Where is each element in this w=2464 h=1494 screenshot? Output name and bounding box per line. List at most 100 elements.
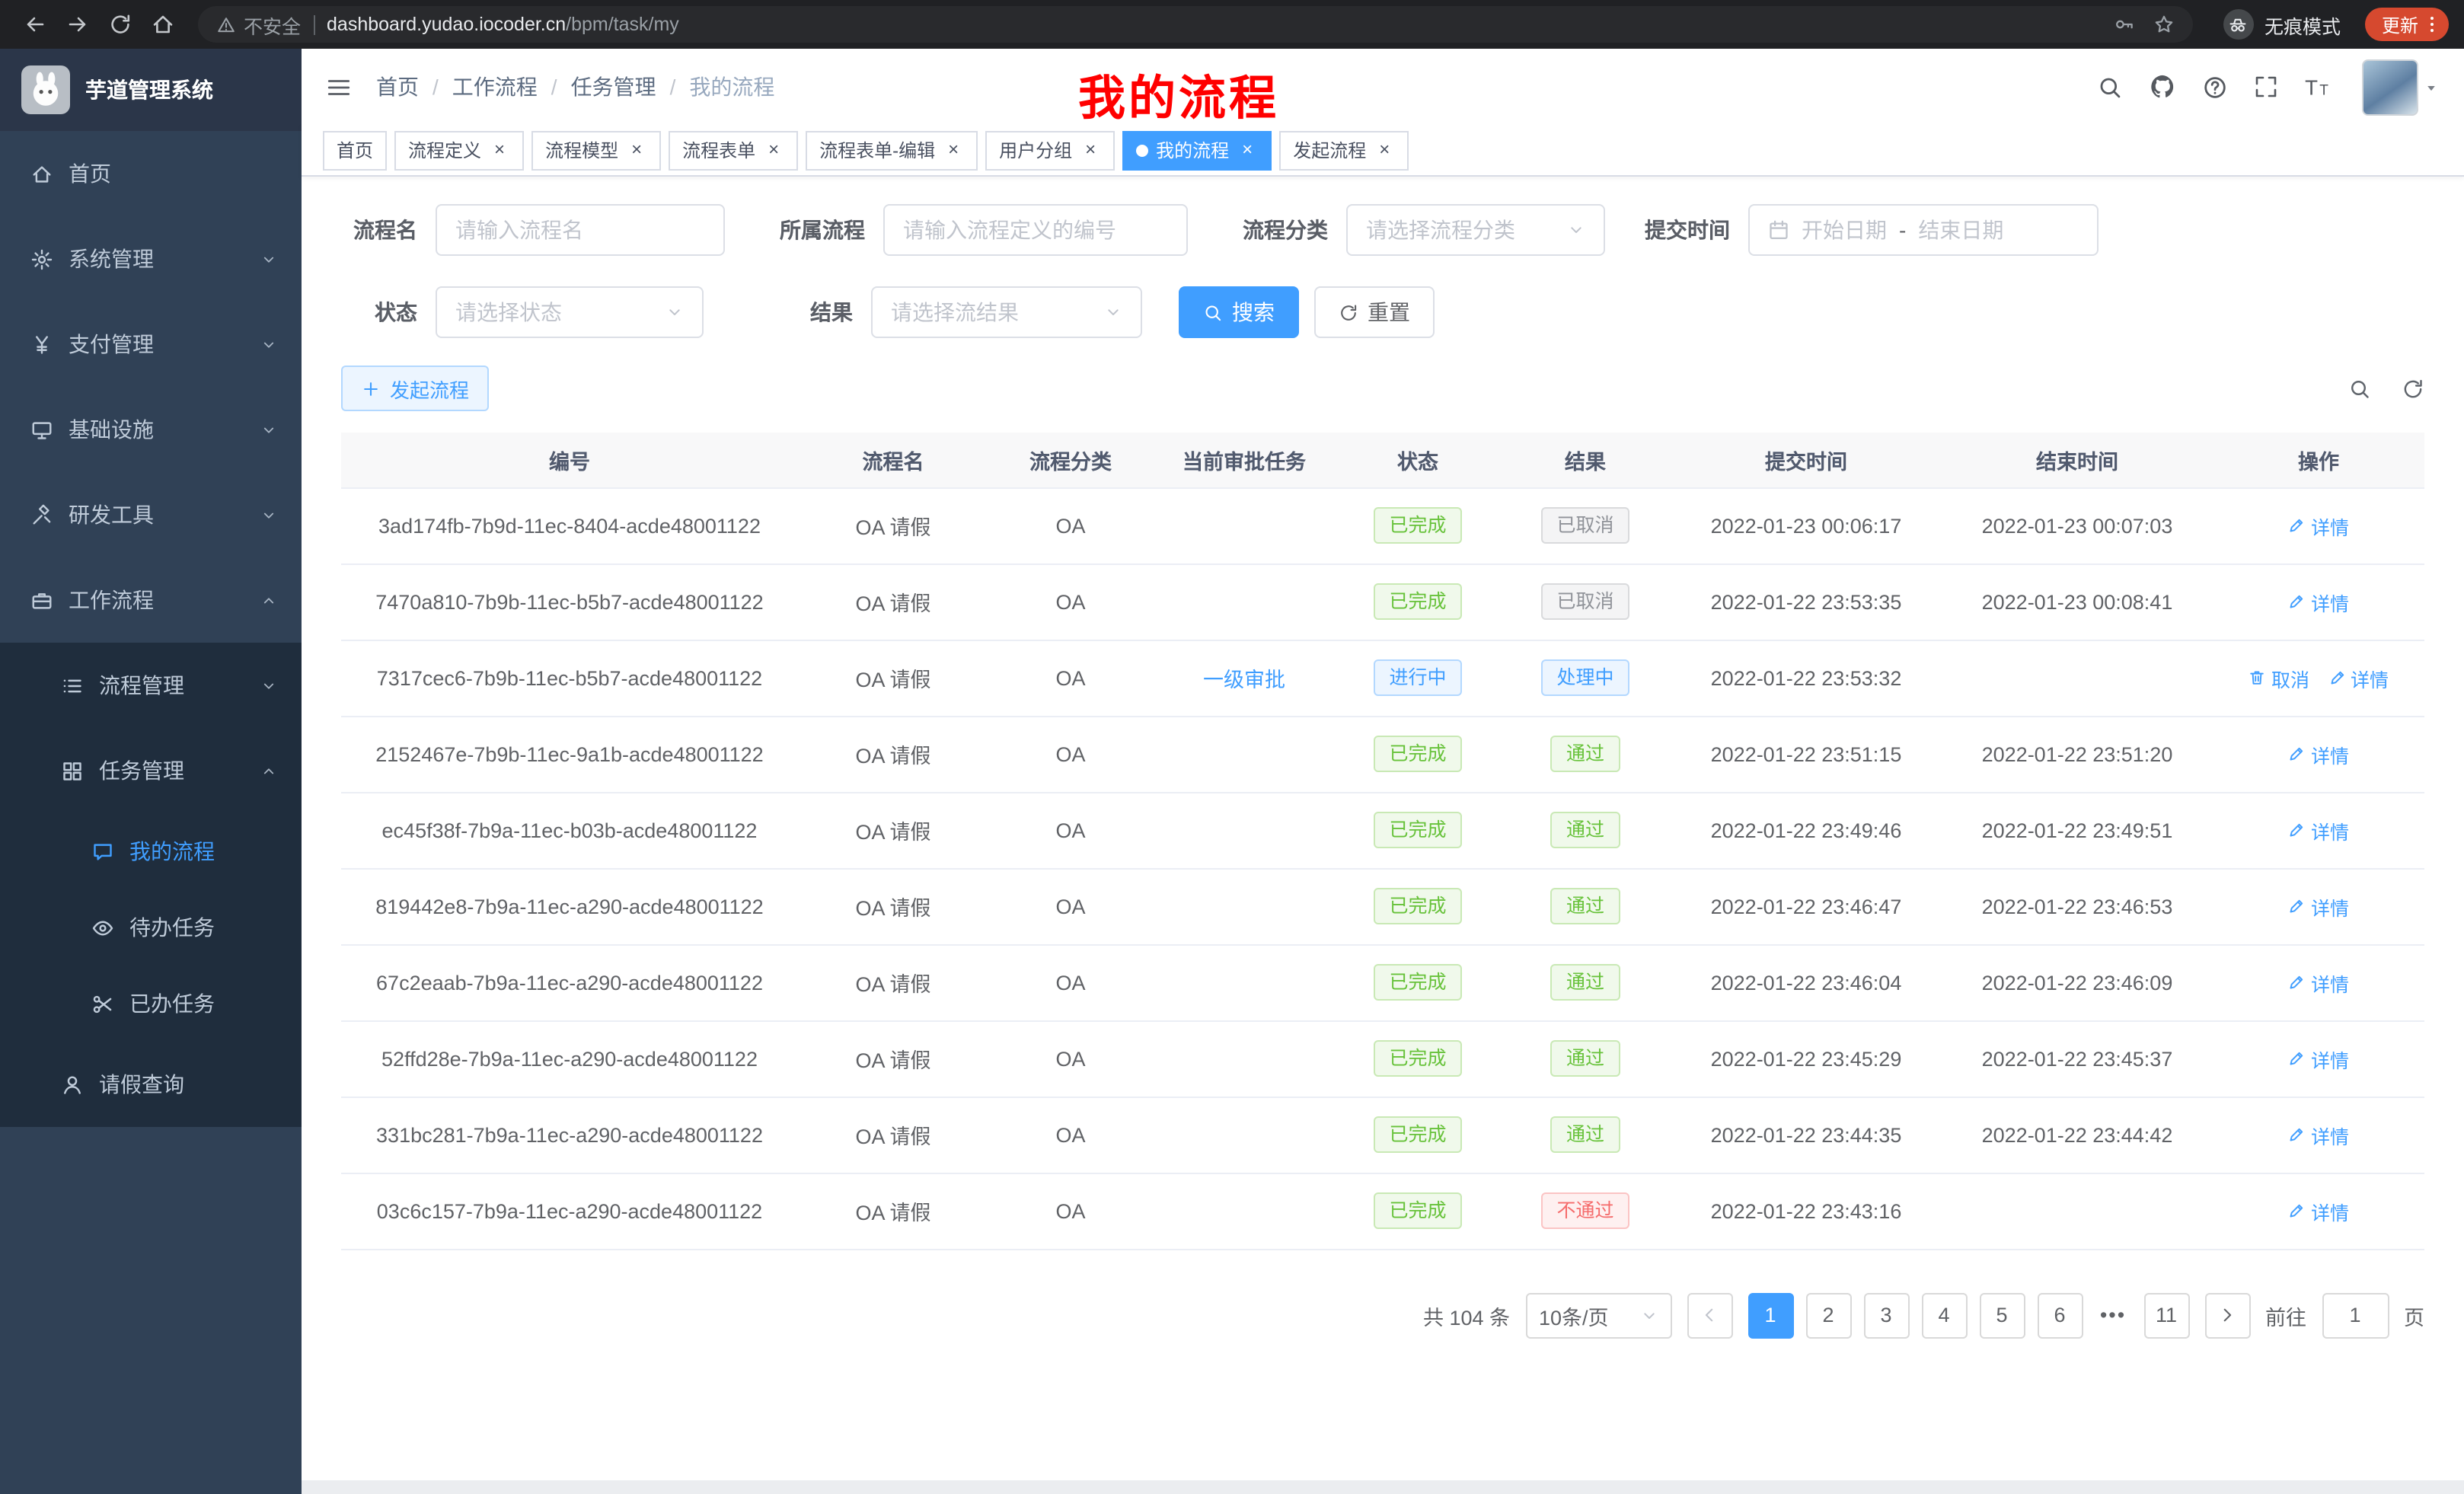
reset-button[interactable]: 重置 — [1314, 286, 1435, 338]
page-button[interactable]: 5 — [1979, 1292, 2025, 1338]
detail-link[interactable]: 详情 — [2288, 1044, 2349, 1073]
close-icon[interactable]: × — [1080, 139, 1101, 161]
detail-link[interactable]: 详情 — [2288, 816, 2349, 844]
sidebar-item-todo-task[interactable]: 待办任务 — [0, 889, 302, 966]
sidebar-item-task-mgmt[interactable]: 任务管理 — [0, 728, 302, 813]
prev-page-button[interactable] — [1687, 1292, 1732, 1338]
breadcrumb-item[interactable]: 我的流程 — [689, 72, 774, 102]
browser-menu-dots-icon[interactable] — [2421, 14, 2443, 35]
browser-home-button[interactable] — [143, 5, 183, 44]
detail-link[interactable]: 详情 — [2288, 511, 2349, 540]
toggle-search-button[interactable] — [2348, 377, 2371, 400]
sidebar-item-leave-query[interactable]: 请假查询 — [0, 1042, 302, 1127]
cell-status: 已完成 — [1336, 1173, 1500, 1249]
sidebar-toggle-button[interactable] — [326, 74, 352, 100]
close-icon[interactable]: × — [763, 139, 784, 161]
app-logo-row[interactable]: 芋道管理系统 — [0, 49, 302, 131]
next-page-button[interactable] — [2204, 1292, 2250, 1338]
page-annotation: 我的流程 — [1078, 59, 1279, 128]
bookmark-star-button[interactable] — [2153, 14, 2175, 35]
goto-page-input[interactable] — [2322, 1292, 2389, 1338]
tab-home[interactable]: 首页 — [323, 130, 387, 170]
close-icon[interactable]: × — [489, 139, 510, 161]
address-bar[interactable]: 不安全 dashboard.yudao.iocoder.cn/bpm/task/… — [198, 6, 2193, 43]
detail-link[interactable]: 详情 — [2288, 968, 2349, 997]
header-search-button[interactable] — [2097, 74, 2123, 100]
close-icon[interactable]: × — [943, 139, 964, 161]
sidebar-item-devtools[interactable]: 研发工具 — [0, 472, 302, 557]
column-header: 操作 — [2213, 433, 2424, 487]
sidebar-item-payment[interactable]: 支付管理 — [0, 302, 302, 387]
browser-back-button[interactable] — [15, 5, 55, 44]
detail-link[interactable]: 详情 — [2288, 1196, 2349, 1225]
submit-time-range-picker[interactable]: 开始日期 - 结束日期 — [1748, 204, 2099, 256]
page-ellipsis[interactable]: ••• — [2095, 1292, 2131, 1338]
help-button[interactable] — [2202, 74, 2228, 100]
tab-process-definition[interactable]: 流程定义× — [394, 130, 524, 170]
page-button[interactable]: 1 — [1747, 1292, 1793, 1338]
detail-link[interactable]: 详情 — [2288, 739, 2349, 768]
cell-current-task — [1153, 487, 1336, 563]
sidebar-item-process-mgmt[interactable]: 流程管理 — [0, 643, 302, 728]
breadcrumb-item[interactable]: 首页 — [376, 72, 419, 102]
page-button[interactable]: 3 — [1863, 1292, 1909, 1338]
search-button[interactable]: 搜索 — [1179, 286, 1299, 338]
close-icon[interactable]: × — [1237, 139, 1258, 161]
cell-end-time: 2022-01-22 23:45:37 — [1942, 1020, 2213, 1097]
avatar[interactable] — [2362, 59, 2418, 115]
process-name-input[interactable] — [436, 204, 725, 256]
result-badge: 已取消 — [1541, 583, 1629, 620]
tab-process-model[interactable]: 流程模型× — [531, 130, 661, 170]
status-select[interactable]: 请选择状态 — [436, 286, 704, 338]
breadcrumb-item[interactable]: 工作流程 — [452, 72, 538, 102]
close-icon[interactable]: × — [1374, 139, 1395, 161]
cell-id: 03c6c157-7b9a-11ec-a290-acde48001122 — [341, 1173, 798, 1249]
url-text: dashboard.yudao.iocoder.cn/bpm/task/my — [327, 14, 679, 35]
tab-process-form[interactable]: 流程表单× — [669, 130, 798, 170]
cancel-link[interactable]: 取消 — [2249, 663, 2309, 692]
scissors-icon — [91, 992, 114, 1015]
sidebar-item-my-process[interactable]: 我的流程 — [0, 813, 302, 889]
cell-name: OA 请假 — [798, 1173, 988, 1249]
detail-link[interactable]: 详情 — [2328, 663, 2389, 692]
edit-icon — [2288, 897, 2306, 915]
detail-link[interactable]: 详情 — [2288, 892, 2349, 921]
fullscreen-button[interactable] — [2254, 75, 2278, 99]
cell-id: 2152467e-7b9b-11ec-9a1b-acde48001122 — [341, 716, 798, 792]
browser-forward-button[interactable] — [58, 5, 97, 44]
tab-process-form-edit[interactable]: 流程表单-编辑× — [806, 130, 978, 170]
page-button[interactable]: 6 — [2037, 1292, 2083, 1338]
browser-reload-button[interactable] — [101, 5, 140, 44]
page-button[interactable]: 11 — [2143, 1292, 2189, 1338]
sidebar-item-done-task[interactable]: 已办任务 — [0, 966, 302, 1042]
list-icon — [61, 674, 84, 697]
github-button[interactable] — [2149, 73, 2176, 101]
cell-id: 3ad174fb-7b9d-11ec-8404-acde48001122 — [341, 487, 798, 563]
page-button[interactable]: 2 — [1805, 1292, 1851, 1338]
detail-link[interactable]: 详情 — [2288, 587, 2349, 616]
table-refresh-button[interactable] — [2402, 377, 2424, 400]
font-size-button[interactable]: TT — [2304, 74, 2330, 100]
category-select[interactable]: 请选择流程分类 — [1346, 204, 1605, 256]
close-icon[interactable]: × — [626, 139, 647, 161]
result-badge: 通过 — [1551, 888, 1620, 924]
breadcrumb-item[interactable]: 任务管理 — [571, 72, 656, 102]
tab-my-process[interactable]: 我的流程× — [1122, 130, 1272, 170]
user-menu[interactable] — [2362, 59, 2440, 115]
sidebar-item-infra[interactable]: 基础设施 — [0, 387, 302, 472]
sidebar-item-workflow[interactable]: 工作流程 — [0, 557, 302, 643]
sidebar-item-system[interactable]: 系统管理 — [0, 216, 302, 302]
update-button[interactable]: 更新 — [2365, 8, 2449, 41]
tab-start-process[interactable]: 发起流程× — [1279, 130, 1409, 170]
tab-user-group[interactable]: 用户分组× — [985, 130, 1115, 170]
password-key-button[interactable] — [2114, 14, 2135, 35]
create-process-button[interactable]: 发起流程 — [341, 366, 489, 411]
detail-link[interactable]: 详情 — [2288, 1120, 2349, 1149]
result-select[interactable]: 请选择流结果 — [871, 286, 1142, 338]
page-button[interactable]: 4 — [1921, 1292, 1967, 1338]
chat-icon — [91, 840, 114, 863]
parent-process-input[interactable] — [883, 204, 1188, 256]
current-task-link[interactable]: 一级审批 — [1203, 669, 1285, 691]
page-size-select[interactable]: 10条/页 — [1525, 1292, 1671, 1338]
sidebar-item-home[interactable]: 首页 — [0, 131, 302, 216]
